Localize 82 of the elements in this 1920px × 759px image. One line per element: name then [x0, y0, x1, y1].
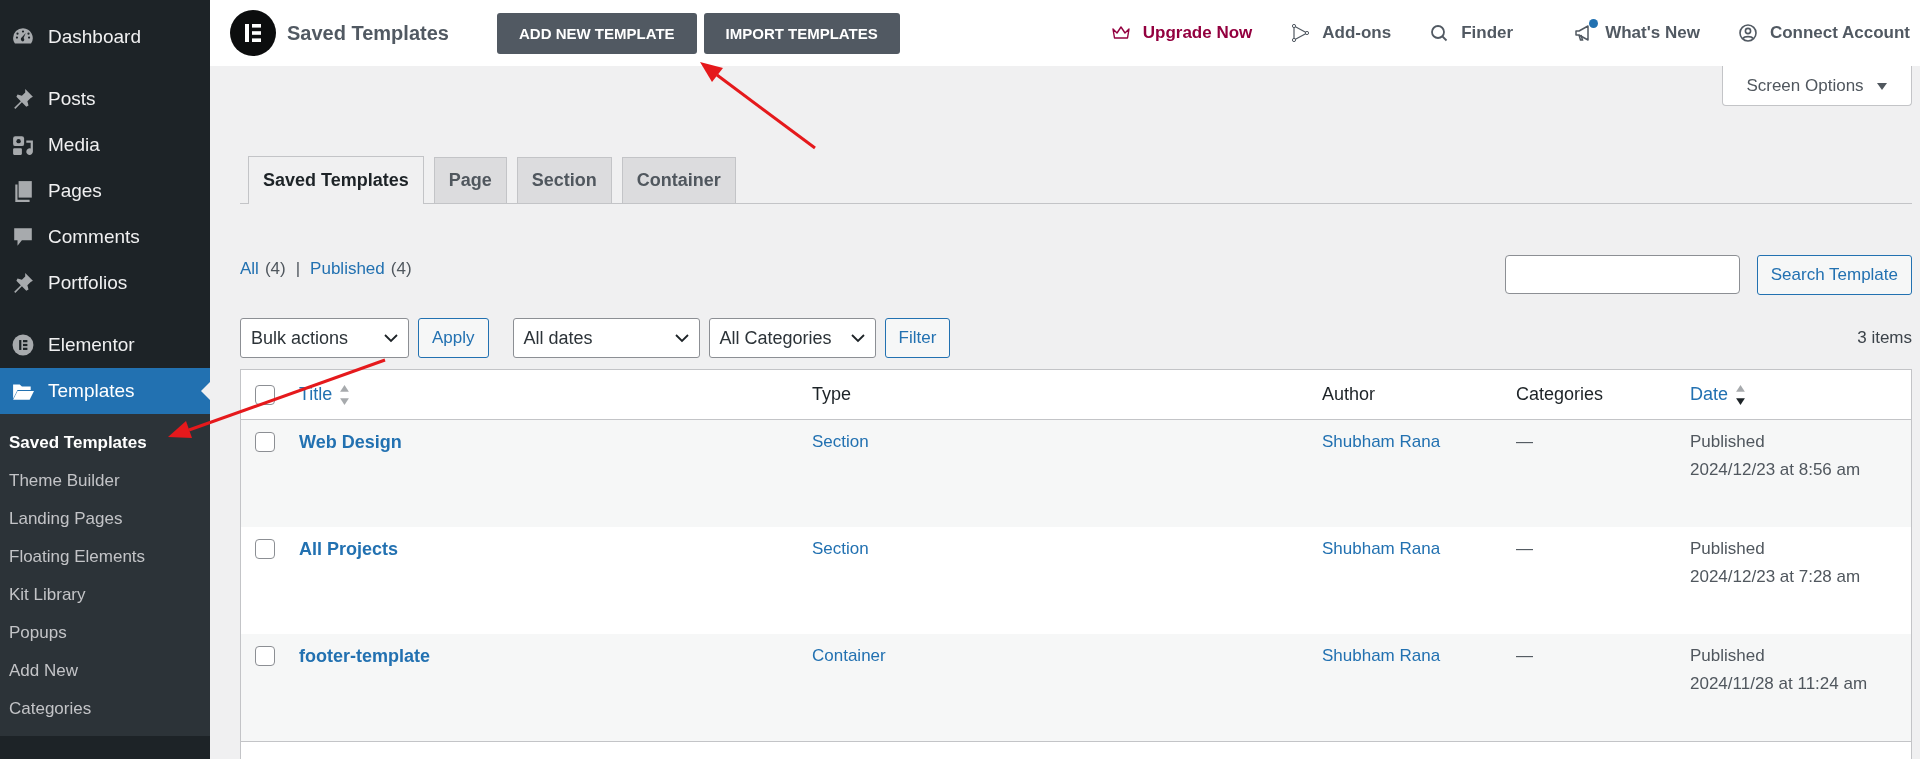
filter-button[interactable]: Filter [884, 318, 951, 358]
checkbox[interactable] [255, 432, 275, 452]
status-text: Published [1690, 539, 1765, 559]
chevron-down-icon [384, 333, 398, 343]
dropdown[interactable]: All Categories [708, 318, 876, 358]
submenu-item[interactable]: Add New [0, 652, 210, 690]
pushpin-icon [12, 272, 34, 294]
tab[interactable]: Container [621, 157, 736, 203]
apply-button[interactable]: Apply [418, 318, 489, 358]
count-text: (4) [390, 259, 412, 279]
letter-e-circle-icon [12, 334, 34, 356]
checkbox[interactable] [255, 646, 275, 666]
template-title-link[interactable]: All Projects [299, 539, 399, 559]
sidebar-item[interactable]: Pages [0, 168, 210, 214]
search-field[interactable] [1504, 255, 1740, 294]
submenu-item[interactable]: Theme Builder [0, 462, 210, 500]
column-header: Author [1322, 384, 1376, 405]
sidebar-item[interactable]: Comments [0, 214, 210, 260]
page-title: Saved Templates [287, 21, 450, 45]
count-text: (4) [264, 259, 286, 279]
column-header: Type [812, 384, 852, 405]
sidebar-item[interactable]: Posts [0, 76, 210, 122]
type-link[interactable]: Section [812, 539, 869, 558]
search-button[interactable]: Search Template [1756, 255, 1912, 295]
header-link[interactable]: Connect Account [1737, 23, 1910, 43]
author-link[interactable]: Shubham Rana [1322, 539, 1441, 558]
sidebar-item[interactable]: Portfolios [0, 260, 210, 306]
table-cell: — [1516, 539, 1533, 558]
pushpin-icon [12, 88, 34, 110]
dropdown[interactable]: Bulk actions [240, 318, 409, 358]
tab[interactable]: Page [433, 157, 507, 203]
user-circle-icon [1737, 23, 1758, 43]
submenu-item[interactable]: Floating Elements [0, 538, 210, 576]
tab[interactable]: Saved Templates [248, 156, 424, 204]
triangle-icon [1290, 23, 1311, 43]
column-header: Categories [1516, 384, 1604, 405]
submenu-item[interactable]: Saved Templates [0, 424, 210, 462]
date-text: 2024/11/28 at 11:24 am [1690, 674, 1868, 694]
template-title-link[interactable]: footer-template [299, 646, 430, 666]
header-button[interactable]: ADD NEW TEMPLATE [497, 12, 697, 54]
table-cell: — [1516, 432, 1533, 451]
tab[interactable]: Section [516, 157, 612, 203]
author-link[interactable]: Shubham Rana [1322, 432, 1441, 451]
checkbox[interactable] [255, 384, 275, 405]
column-header[interactable]: Date [1690, 384, 1729, 405]
speech-bubble-icon [12, 226, 34, 248]
filter-link[interactable]: All [240, 259, 259, 279]
sidebar-item[interactable]: Dashboard [0, 14, 210, 60]
status-text: Published [1690, 432, 1765, 452]
chevron-down-icon [850, 333, 865, 343]
header-link[interactable]: Upgrade Now [1110, 23, 1253, 43]
caret-icon [1875, 80, 1888, 91]
sidebar-item[interactable]: Media [0, 122, 210, 168]
media-icon [12, 134, 34, 156]
status-text: Published [1690, 646, 1765, 666]
screen-options-button[interactable]: Screen Options [1722, 66, 1912, 106]
submenu-item[interactable]: Categories [0, 690, 210, 728]
sidebar-item[interactable]: Templates [0, 368, 210, 414]
type-link[interactable]: Section [812, 432, 869, 451]
sidebar-item[interactable]: Elementor [0, 322, 210, 368]
header-link[interactable]: What's New [1573, 23, 1700, 43]
submenu-item[interactable]: Popups [0, 614, 210, 652]
header-link[interactable]: Add-ons [1290, 23, 1392, 43]
submenu-item[interactable]: Landing Pages [0, 500, 210, 538]
elementor-logo-icon [230, 10, 276, 56]
pages-icon [12, 180, 34, 202]
date-text: 2024/12/23 at 8:56 am [1690, 460, 1861, 480]
template-title-link[interactable]: Web Design [299, 432, 402, 452]
table-cell: — [1516, 646, 1533, 665]
item-count: 3 items [1857, 328, 1912, 348]
chevron-down-icon [674, 333, 689, 343]
author-link[interactable]: Shubham Rana [1322, 646, 1441, 665]
search-icon [1429, 23, 1450, 43]
checkbox[interactable] [255, 539, 275, 559]
header-button[interactable]: IMPORT TEMPLATES [703, 12, 900, 54]
filter-link[interactable]: Published [310, 259, 385, 279]
type-link[interactable]: Container [812, 646, 886, 665]
date-text: 2024/12/23 at 7:28 am [1690, 567, 1861, 587]
separator-text: | [295, 259, 301, 279]
submenu-item[interactable]: Kit Library [0, 576, 210, 614]
header-link[interactable]: Finder [1429, 23, 1514, 43]
dropdown[interactable]: All dates [512, 318, 700, 358]
